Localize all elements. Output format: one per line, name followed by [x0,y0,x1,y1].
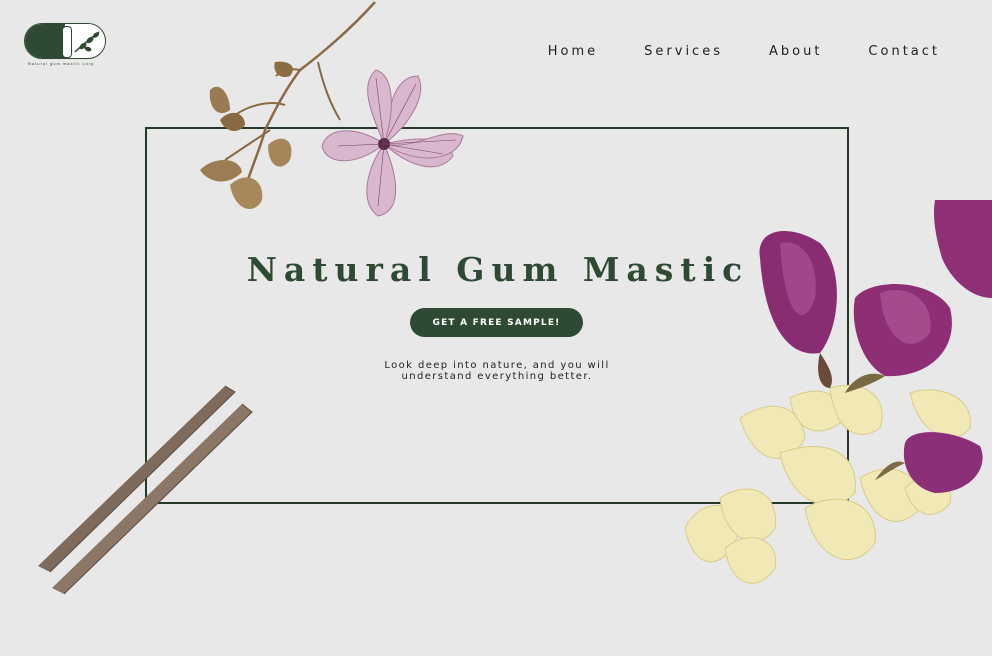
nav-home[interactable]: Home [548,44,598,59]
licorice-sticks-illustration [38,385,253,595]
hero-quote-line2: understand everything better. [401,371,593,382]
main-nav: Home Services About Contact [502,44,940,59]
hero-quote-line1: Look deep into nature, and you will [384,360,610,371]
logo-mark [24,23,106,59]
get-free-sample-button[interactable]: GET A FREE SAMPLE! [410,308,583,337]
logo-tagline: Natural gum mastic corp [28,61,95,66]
pink-flower-illustration [321,69,464,217]
hero-title: Natural Gum Mastic [246,250,750,289]
nav-services[interactable]: Services [644,44,723,59]
nav-about[interactable]: About [769,44,822,59]
leaf-icon [74,31,100,53]
logo[interactable]: Natural gum mastic corp [24,23,108,67]
hero-quote: Look deep into nature, and you will unde… [360,360,634,382]
nav-contact[interactable]: Contact [868,44,940,59]
